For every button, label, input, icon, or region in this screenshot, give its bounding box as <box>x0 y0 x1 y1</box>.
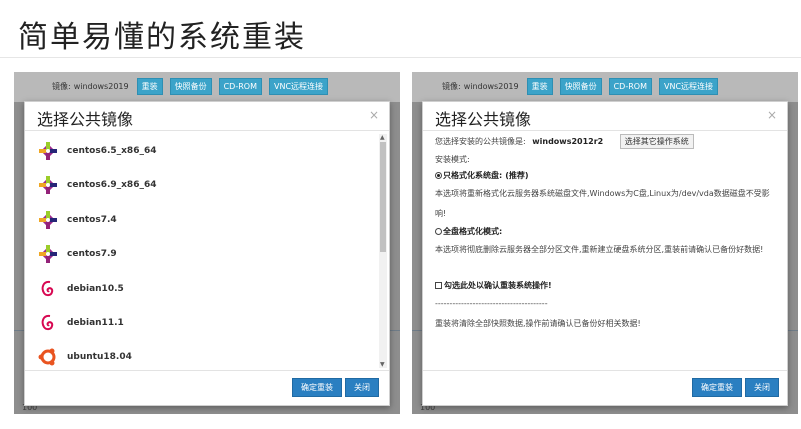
modal-title: 选择公共镜像 <box>37 110 134 129</box>
page-title: 简单易懂的系统重装 <box>18 20 306 55</box>
scroll-down-icon[interactable]: ▼ <box>380 361 385 368</box>
image-value: windows2019 <box>73 81 129 91</box>
mode1-label: 只格式化系统盘: <box>443 171 503 180</box>
selected-image-label: 您选择安装的公共镜像是: <box>435 137 526 146</box>
close-button[interactable]: 关闭 <box>745 378 779 397</box>
close-icon[interactable]: × <box>369 108 379 122</box>
mode1-description-cont: 响! <box>435 209 447 218</box>
screenshot-left: 镜像: windows2019 重装 快照备份 CD-ROM VNC远程连接 1… <box>14 72 400 414</box>
divider <box>423 130 787 131</box>
image-name: centos6.9_x86_64 <box>67 180 157 190</box>
footer-divider <box>25 370 389 371</box>
cdrom-button[interactable]: CD-ROM <box>608 77 652 95</box>
vnc-button[interactable]: VNC远程连接 <box>268 77 329 95</box>
scrollbar[interactable]: ▲ ▼ <box>379 134 387 368</box>
image-list: centos6.5_x86_64 centos6.9_x86_64 centos… <box>25 132 375 368</box>
mode2-label: 全盘格式化模式: <box>443 227 503 236</box>
selected-image-value: windows2012r2 <box>532 137 604 146</box>
ubuntu-icon <box>38 348 56 366</box>
separator-text: --------------------------------------- <box>435 299 548 308</box>
list-item[interactable]: centos6.9_x86_64 <box>37 170 157 200</box>
confirm-reinstall-button[interactable]: 确定重装 <box>692 378 742 397</box>
list-item[interactable]: centos6.5_x86_64 <box>37 136 157 166</box>
snapshot-button[interactable]: 快照备份 <box>169 77 212 95</box>
confirm-checkbox[interactable] <box>435 282 442 289</box>
image-value: windows2019 <box>463 81 519 91</box>
vnc-button[interactable]: VNC远程连接 <box>658 77 719 95</box>
mode1-description: 本选项将重新格式化云服务器系统磁盘文件,Windows为C盘,Linux为/de… <box>435 189 770 198</box>
image-name: centos7.9 <box>67 249 117 259</box>
close-button[interactable]: 关闭 <box>345 378 379 397</box>
install-mode-label: 安装模式: <box>435 155 470 164</box>
image-label: 镜像: <box>442 81 461 91</box>
mode1-radio[interactable] <box>435 172 442 179</box>
toolbar: 镜像: windows2019 重装 快照备份 CD-ROM VNC远程连接 <box>412 77 798 95</box>
footer-divider <box>423 370 787 371</box>
image-name: ubuntu18.04 <box>67 352 132 362</box>
centos-icon <box>39 142 57 160</box>
centos-icon <box>39 176 57 194</box>
image-name: centos6.5_x86_64 <box>67 146 157 156</box>
image-name: debian10.5 <box>67 284 124 294</box>
reinstall-button[interactable]: 重装 <box>526 77 553 95</box>
reinstall-modal: 选择公共镜像 × 您选择安装的公共镜像是: windows2012r2 选择其它… <box>422 101 788 406</box>
list-item[interactable]: debian10.5 <box>37 274 124 304</box>
centos-icon <box>39 245 57 263</box>
toolbar: 镜像: windows2019 重装 快照备份 CD-ROM VNC远程连接 <box>14 77 400 95</box>
screenshot-right: 镜像: windows2019 重装 快照备份 CD-ROM VNC远程连接 1… <box>412 72 798 414</box>
list-item[interactable]: ubuntu18.04 <box>37 342 132 368</box>
list-item[interactable]: debian11.1 <box>37 308 124 338</box>
debian-icon <box>41 280 54 297</box>
confirm-reinstall-button[interactable]: 确定重装 <box>292 378 342 397</box>
mode2-radio[interactable] <box>435 228 442 235</box>
confirm-check-label: 勾选此处以确认重装系统操作! <box>444 281 552 290</box>
close-icon[interactable]: × <box>767 108 777 122</box>
list-item[interactable]: centos7.9 <box>37 239 117 269</box>
image-select-modal: 选择公共镜像 × centos6.5_x86_64 centos6.9_x86_… <box>24 101 390 406</box>
cdrom-button[interactable]: CD-ROM <box>218 77 262 95</box>
image-name: debian11.1 <box>67 318 124 328</box>
choose-other-os-button[interactable]: 选择其它操作系统 <box>619 134 694 149</box>
reinstall-button[interactable]: 重装 <box>136 77 163 95</box>
scrollbar-thumb[interactable] <box>380 142 386 252</box>
list-item[interactable]: centos7.4 <box>37 205 117 235</box>
warning-text: 重装将清除全部快照数据,操作前请确认已备份好相关数据! <box>435 319 641 328</box>
modal-title: 选择公共镜像 <box>435 110 532 129</box>
title-divider <box>0 57 801 58</box>
mode2-description: 本选项将彻底删除云服务器全部分区文件,重新建立硬盘系统分区,重装前请确认已备份好… <box>435 245 764 254</box>
snapshot-button[interactable]: 快照备份 <box>559 77 602 95</box>
image-label: 镜像: <box>52 81 71 91</box>
scroll-up-icon[interactable]: ▲ <box>380 134 385 141</box>
mode1-tag: (推荐) <box>505 171 529 180</box>
divider <box>25 130 389 131</box>
centos-icon <box>39 211 57 229</box>
debian-icon <box>41 314 54 331</box>
image-name: centos7.4 <box>67 215 117 225</box>
